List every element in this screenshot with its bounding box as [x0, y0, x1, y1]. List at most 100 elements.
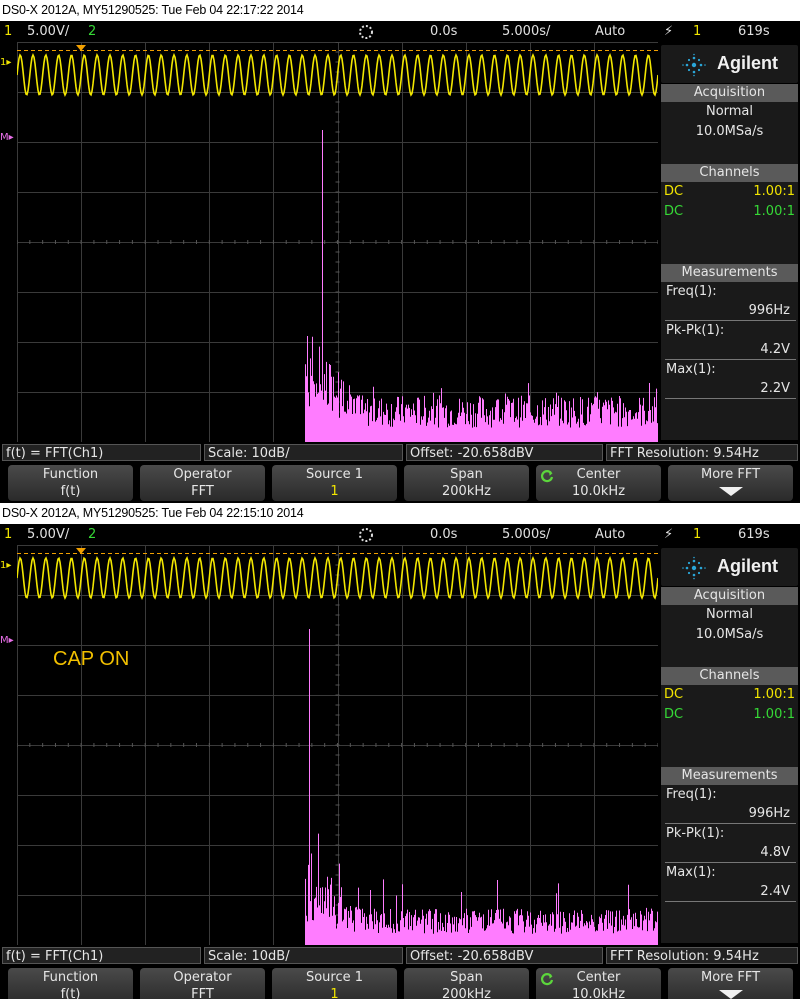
softkey-label: More FFT [700, 970, 761, 985]
softkey-more-fft[interactable]: More FFT [668, 465, 793, 501]
annotation-label: CAP ON [53, 648, 130, 670]
ch2-number[interactable]: 2 [88, 22, 96, 41]
measurements-box[interactable]: Measurements Freq(1): 996Hz Pk-Pk(1): 4.… [661, 767, 798, 943]
channel-coupling: DC [664, 204, 684, 219]
softkey-value: FFT [191, 987, 214, 999]
measurement-label: Freq(1): [666, 284, 717, 299]
time-position[interactable]: 0.0s [430, 22, 457, 41]
time-scale[interactable]: 5.000s/ [502, 22, 550, 41]
softkey-source[interactable]: Source 1 1 [272, 968, 397, 999]
ch1-ground-marker[interactable]: 1▸ [0, 57, 11, 69]
channel-coupling: DC [664, 184, 684, 199]
ch1-number[interactable]: 1 [4, 22, 12, 41]
fft-info-bar: f(t) = FFT(Ch1) Scale: 10dB/ Offset: -20… [0, 443, 800, 462]
measurements-header: Measurements [661, 264, 798, 282]
softkey-more-fft[interactable]: More FFT [668, 968, 793, 999]
fft-function: f(t) = FFT(Ch1) [2, 444, 201, 461]
softkey-span[interactable]: Span 200kHz [404, 465, 529, 501]
ch1-scale[interactable]: 5.00V/ [27, 22, 69, 41]
softkey-function[interactable]: Function f(t) [8, 465, 133, 501]
softkey-value: FFT [191, 484, 214, 499]
channel-probe: 1.00:1 [753, 707, 795, 722]
softkey-function[interactable]: Function f(t) [8, 968, 133, 999]
scope-screenshot: DS0-X 2012A, MY51290525: Tue Feb 04 22:1… [0, 0, 800, 503]
channel-coupling: DC [664, 687, 684, 702]
ch1-scale[interactable]: 5.00V/ [27, 525, 69, 544]
softkey-label: Center [576, 467, 621, 482]
measurement-value: 2.4V [665, 883, 796, 902]
trigger-level[interactable]: 619s [738, 22, 770, 41]
softkey-operator[interactable]: Operator FFT [140, 968, 265, 999]
softkey-label: Center [576, 970, 621, 985]
softkey-source[interactable]: Source 1 1 [272, 465, 397, 501]
trigger-level[interactable]: 619s [738, 525, 770, 544]
fft-offset: Offset: -20.658dBV [406, 444, 603, 461]
sample-rate: 10.0MSa/s [695, 124, 764, 139]
softkey-label: Operator [173, 467, 232, 482]
ch1-ground-marker[interactable]: 1▸ [0, 560, 11, 572]
side-panel: Agilent Acquisition Normal 10.0MSa/s Cha… [659, 42, 800, 442]
softkey-value: f(t) [60, 987, 81, 999]
channels-box[interactable]: Channels DC 1.00:1 DC 1.00:1 [661, 667, 798, 767]
softkey-span[interactable]: Span 200kHz [404, 968, 529, 999]
waveform-display[interactable] [17, 42, 658, 442]
time-position[interactable]: 0.0s [430, 525, 457, 544]
channels-box[interactable]: Channels DC 1.00:1 DC 1.00:1 [661, 164, 798, 264]
brand-name: Agilent [717, 53, 778, 73]
measurements-header: Measurements [661, 767, 798, 785]
measurement-value: 4.8V [665, 844, 796, 863]
trigger-mode[interactable]: Auto [595, 22, 625, 41]
softkey-label: More FFT [700, 467, 761, 482]
channel-row: DC 1.00:1 [661, 182, 798, 202]
math-ground-marker[interactable]: M▸ [0, 635, 14, 647]
softkey-operator[interactable]: Operator FFT [140, 465, 265, 501]
channels-header: Channels [661, 667, 798, 685]
measurement-label: Pk-Pk(1): [666, 323, 725, 338]
measurement-value: 4.2V [665, 341, 796, 360]
display-grid [17, 545, 658, 945]
softkey-label: Span [450, 970, 483, 985]
measurement-label: Max(1): [666, 362, 716, 377]
softkey-label: Function [42, 970, 99, 985]
trigger-source[interactable]: 1 [693, 525, 701, 544]
softkey-bar: Function f(t) Operator FFT Source 1 1 Sp… [0, 463, 800, 503]
measurements-box[interactable]: Measurements Freq(1): 996Hz Pk-Pk(1): 4.… [661, 264, 798, 440]
entry-knob-icon [540, 470, 554, 483]
softkey-value: 10.0kHz [571, 484, 626, 499]
waveform-display[interactable] [17, 545, 658, 945]
channel-row: DC 1.00:1 [661, 202, 798, 222]
trigger-mode[interactable]: Auto [595, 525, 625, 544]
entry-knob-icon [540, 973, 554, 986]
softkey-center[interactable]: Center 10.0kHz [536, 968, 661, 999]
window-title: DS0-X 2012A, MY51290525: Tue Feb 04 22:1… [0, 0, 800, 21]
softkey-center[interactable]: Center 10.0kHz [536, 465, 661, 501]
measurement-label: Freq(1): [666, 787, 717, 802]
measurement-label: Pk-Pk(1): [666, 826, 725, 841]
window-title: DS0-X 2012A, MY51290525: Tue Feb 04 22:1… [0, 503, 800, 524]
softkey-value: 1 [330, 987, 339, 999]
ch2-number[interactable]: 2 [88, 525, 96, 544]
measurement-value: 996Hz [665, 805, 796, 824]
acquisition-header: Acquisition [661, 587, 798, 605]
channel-probe: 1.00:1 [753, 204, 795, 219]
measurement-label: Max(1): [666, 865, 716, 880]
acquisition-box[interactable]: Acquisition Normal 10.0MSa/s [661, 587, 798, 669]
math-ground-marker[interactable]: M▸ [0, 132, 14, 144]
trigger-source[interactable]: 1 [693, 22, 701, 41]
down-arrow-icon [718, 990, 743, 999]
down-arrow-icon [718, 487, 743, 496]
sample-rate: 10.0MSa/s [695, 627, 764, 642]
channel-row: DC 1.00:1 [661, 685, 798, 705]
acquisition-mode: Normal [705, 104, 754, 119]
side-panel: Agilent Acquisition Normal 10.0MSa/s Cha… [659, 545, 800, 945]
measurement-value: 2.2V [665, 380, 796, 399]
softkey-value: 10.0kHz [571, 987, 626, 999]
acquisition-box[interactable]: Acquisition Normal 10.0MSa/s [661, 84, 798, 166]
softkey-label: Function [42, 467, 99, 482]
brand-box: Agilent [661, 548, 798, 586]
acquisition-header: Acquisition [661, 84, 798, 102]
ch1-number[interactable]: 1 [4, 525, 12, 544]
time-scale[interactable]: 5.000s/ [502, 525, 550, 544]
fft-scale: Scale: 10dB/ [204, 947, 403, 964]
channel-probe: 1.00:1 [753, 184, 795, 199]
